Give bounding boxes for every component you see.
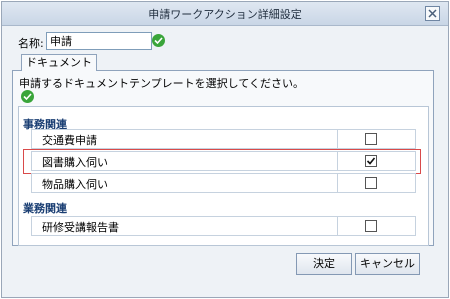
dialog-title: 申請ワークアクション詳細設定	[148, 8, 302, 21]
item-checkbox[interactable]	[365, 133, 377, 145]
name-input[interactable]	[46, 32, 152, 50]
item-checkbox[interactable]	[365, 177, 377, 189]
instruction-text: 申請するドキュメントテンプレートを選択してください。	[19, 77, 305, 90]
tab-document[interactable]: ドキュメント	[21, 54, 97, 71]
list-item[interactable]: 研修受講報告書	[31, 216, 416, 236]
group-title: 業務関連	[23, 202, 67, 215]
title-bar: 申請ワークアクション詳細設定	[2, 2, 448, 26]
cancel-button[interactable]: キャンセル	[355, 253, 420, 275]
close-button[interactable]	[425, 6, 440, 21]
list-item[interactable]: 物品購入伺い	[31, 173, 416, 193]
list-item[interactable]: 交通費申請	[31, 129, 416, 149]
valid-check-icon	[152, 34, 165, 47]
selection-highlight	[23, 149, 421, 174]
item-label: 物品購入伺い	[42, 178, 108, 191]
name-label: 名称:	[18, 37, 44, 50]
ok-button[interactable]: 決定	[296, 253, 352, 275]
item-checkbox[interactable]	[365, 220, 377, 232]
valid-check-icon	[21, 90, 34, 103]
close-icon	[428, 9, 437, 18]
item-label: 交通費申請	[42, 134, 97, 147]
item-label: 研修受講報告書	[42, 221, 119, 234]
